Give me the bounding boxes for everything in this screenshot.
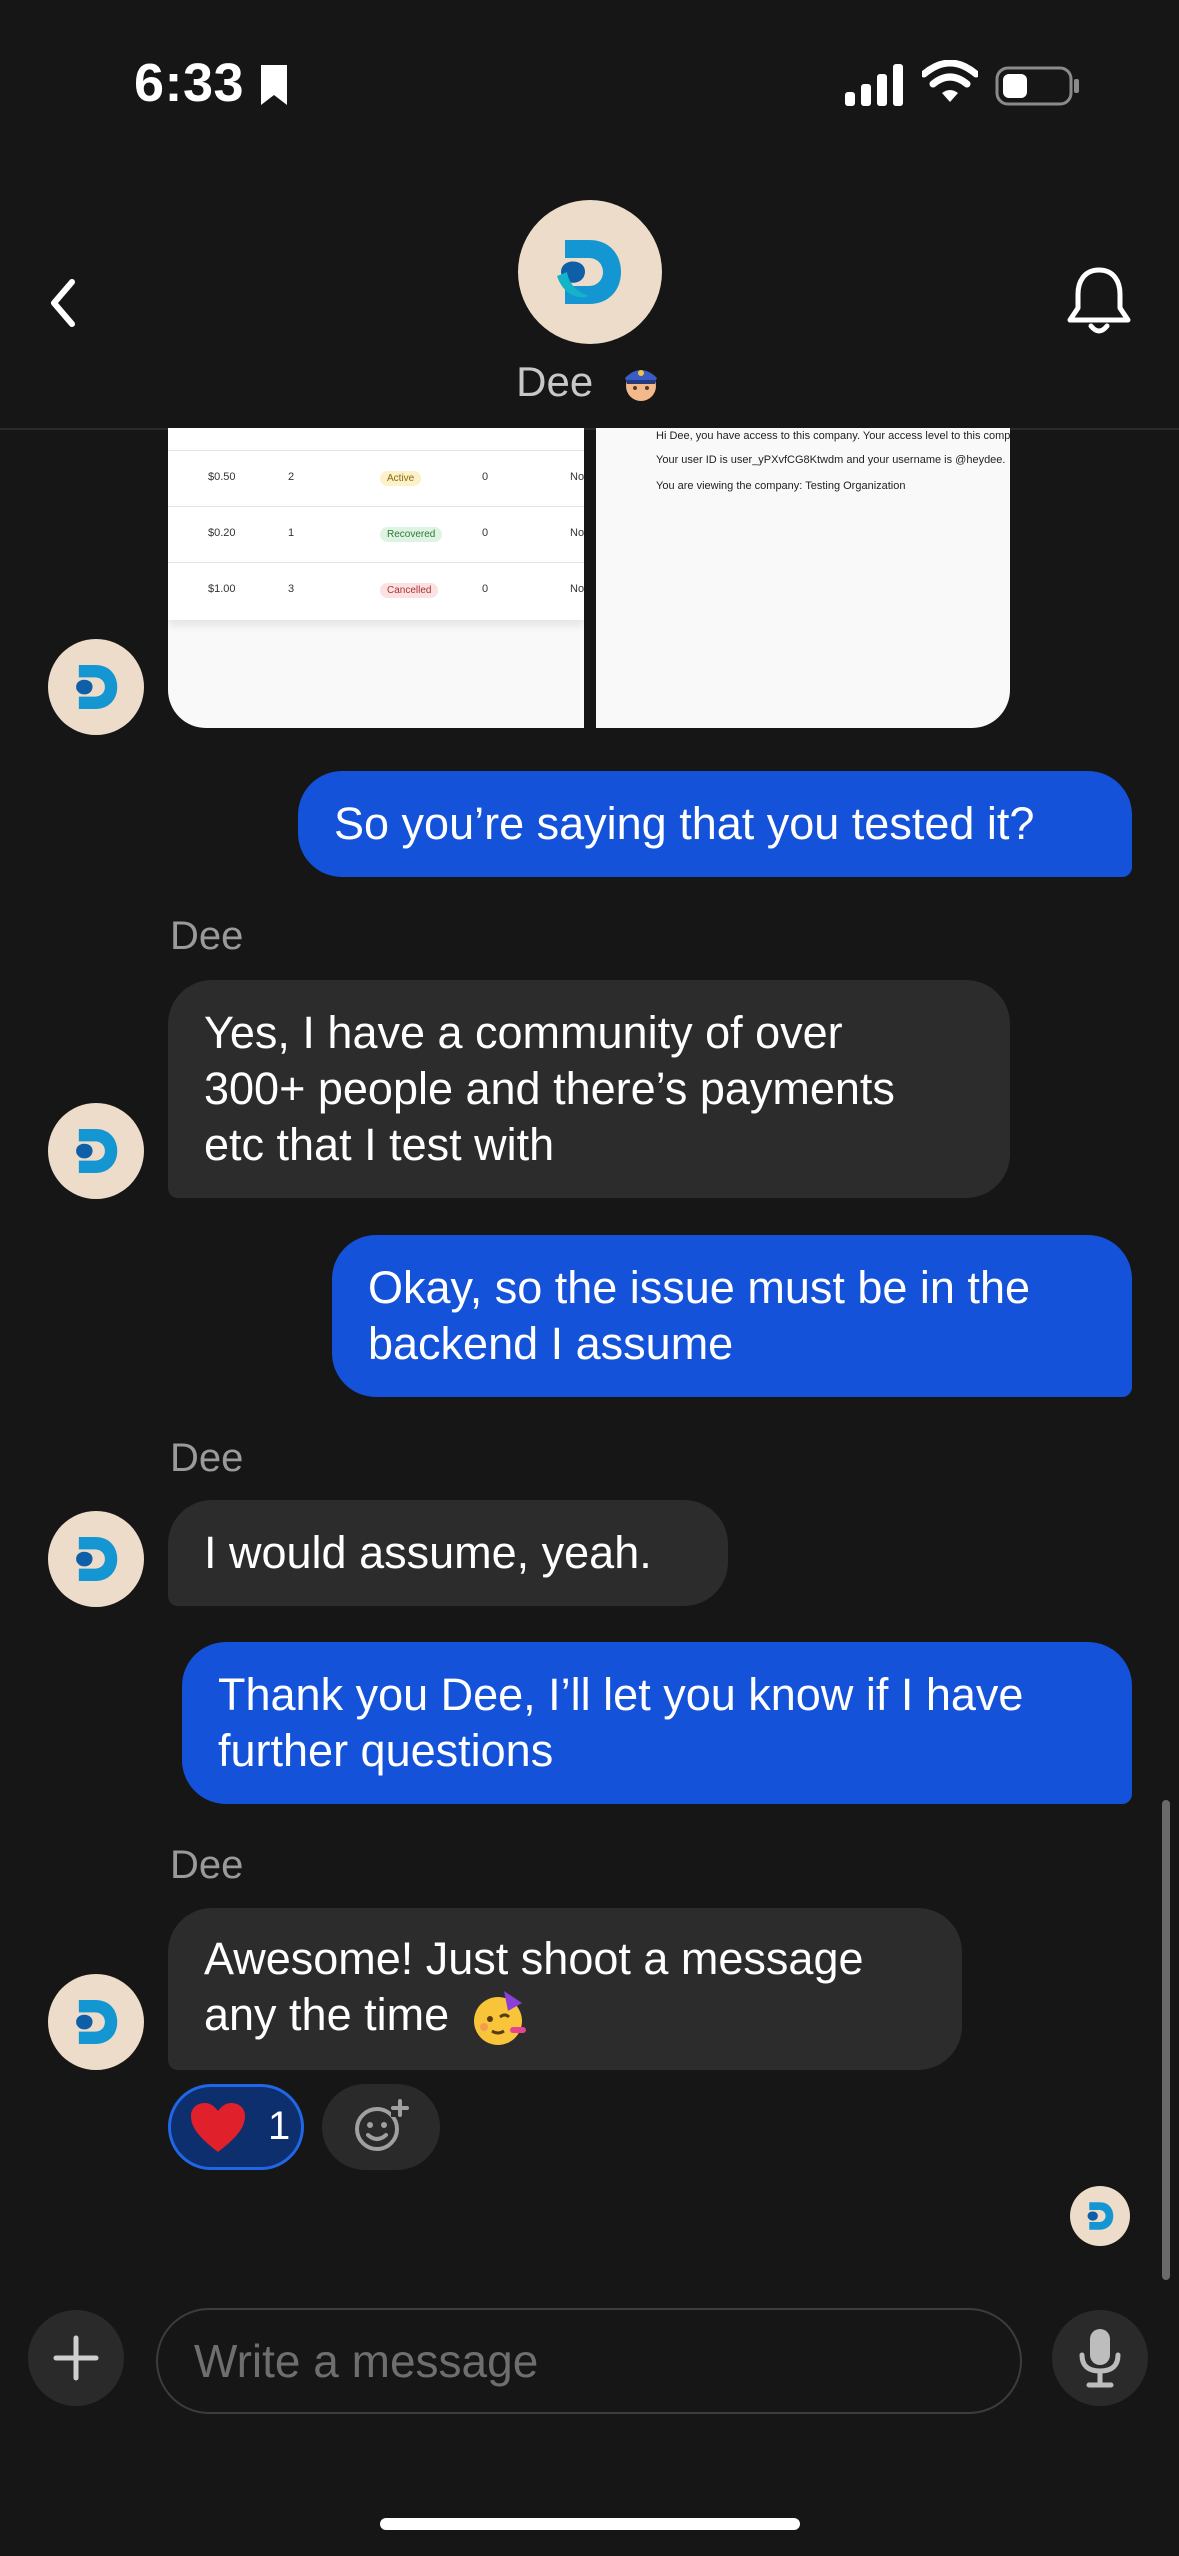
add-emoji-icon [355, 2099, 409, 2151]
wifi-icon [922, 60, 978, 102]
scrollbar[interactable] [1162, 1800, 1170, 2280]
attach-button[interactable] [28, 2310, 124, 2406]
cellular-signal-icon [845, 64, 903, 106]
table-row: $0.20 1 Recovered 0 No [168, 506, 584, 563]
incoming-message[interactable]: Yes, I have a community of over 300+ peo… [168, 980, 1010, 1198]
outgoing-message[interactable]: So you’re saying that you tested it? [298, 771, 1132, 877]
outgoing-message[interactable]: Okay, so the issue must be in the backen… [332, 1235, 1132, 1397]
notification-bell-icon[interactable] [1064, 262, 1134, 340]
sender-avatar[interactable] [48, 639, 144, 735]
info-line: You are viewing the company: Testing Org… [656, 480, 906, 492]
add-reaction-button[interactable] [322, 2084, 440, 2170]
outgoing-message[interactable]: Thank you Dee, I’ll let you know if I ha… [182, 1642, 1132, 1804]
dee-logo-icon [1087, 2202, 1114, 2230]
incoming-message[interactable]: I would assume, yeah. [168, 1500, 728, 1606]
info-line: Hi Dee, you have access to this company.… [656, 430, 1010, 442]
status-time: 6:33 [134, 53, 245, 113]
status-badge: Cancelled [380, 583, 439, 598]
bookmark-icon [261, 65, 287, 105]
battery-icon [995, 66, 1079, 106]
status-badge: Recovered [380, 527, 443, 542]
dee-logo-icon [76, 2000, 118, 2044]
sender-avatar[interactable] [48, 1103, 144, 1199]
dee-logo-icon [76, 665, 118, 709]
plus-icon [53, 2335, 99, 2381]
dee-logo-icon [557, 240, 621, 304]
sender-avatar[interactable] [48, 1974, 144, 2070]
message-input[interactable] [158, 2310, 1020, 2412]
message-input-wrapper[interactable] [156, 2308, 1022, 2414]
microphone-icon [1079, 2329, 1121, 2388]
screenshot-attachment-info[interactable]: Hi Dee, you have access to this company.… [596, 428, 1010, 728]
contact-name: Dee [0, 355, 1179, 406]
screenshot-attachment-table[interactable]: $0.50 2 Active 0 No $0.20 1 Recovered 0 … [168, 428, 584, 728]
dee-logo-icon [76, 1537, 118, 1581]
voice-message-button[interactable] [1052, 2310, 1148, 2406]
sender-avatar[interactable] [48, 1511, 144, 1607]
red-heart-icon [191, 2103, 245, 2152]
table-row: $0.50 2 Active 0 No [168, 450, 584, 507]
status-badge: Active [380, 471, 422, 486]
reaction-count: 1 [268, 2104, 291, 2148]
incoming-message[interactable]: Awesome! Just shoot a message any the ti… [168, 1908, 962, 2070]
contact-avatar-large[interactable] [518, 200, 662, 344]
table-preview: $0.50 2 Active 0 No $0.20 1 Recovered 0 … [168, 428, 584, 620]
sender-name: Dee [170, 914, 244, 958]
sender-name: Dee [170, 1436, 244, 1480]
back-chevron-icon[interactable] [40, 272, 86, 334]
sender-name: Dee [170, 1843, 244, 1887]
home-indicator [380, 2518, 800, 2530]
dee-logo-icon [76, 1129, 118, 1173]
info-line: Your user ID is user_yPXvfCG8Ktwdm and y… [656, 454, 1006, 466]
partying-face-icon [473, 1991, 526, 2046]
table-row: $1.00 3 Cancelled 0 No [168, 562, 584, 619]
police-officer-emoji-icon [624, 369, 657, 401]
read-receipt-avatar [1070, 2186, 1130, 2246]
